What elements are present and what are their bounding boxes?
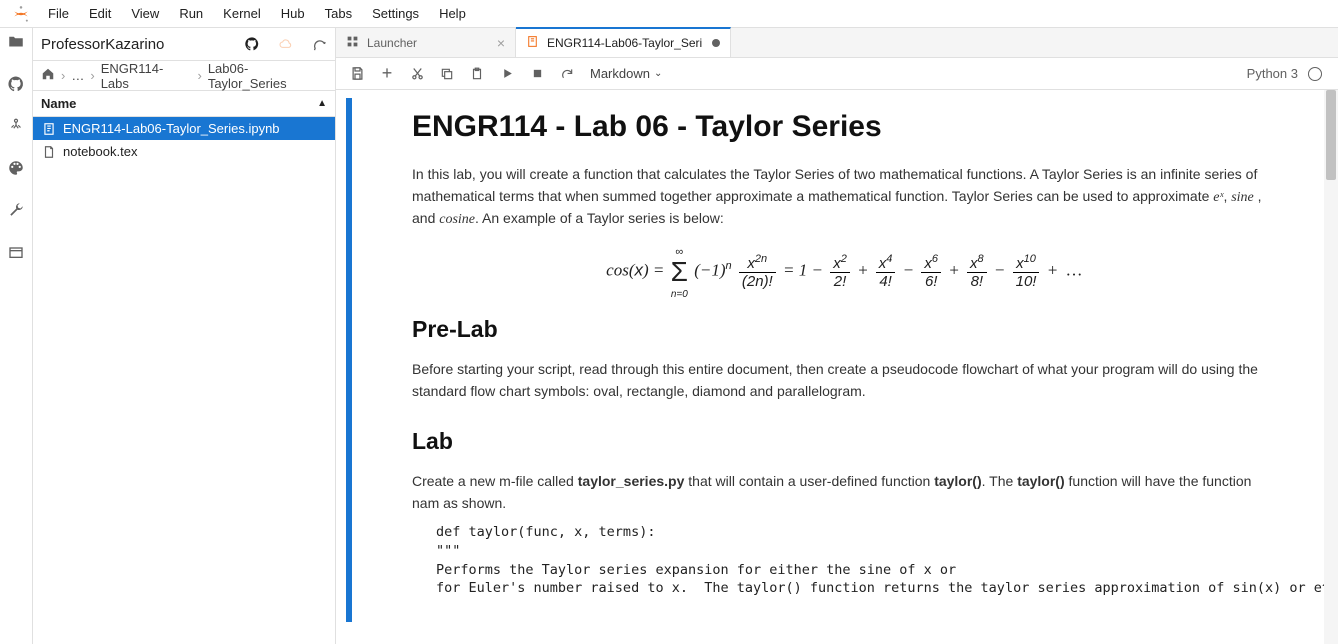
scrollbar-thumb[interactable] bbox=[1326, 90, 1336, 180]
tab-label: Launcher bbox=[367, 36, 417, 50]
file-row[interactable]: notebook.tex bbox=[33, 140, 335, 163]
doc-paragraph: Before starting your script, read throug… bbox=[412, 359, 1276, 402]
chevron-down-icon: ⌄ bbox=[654, 68, 662, 79]
sort-caret-icon: ▲ bbox=[317, 98, 327, 109]
file-name: notebook.tex bbox=[63, 144, 137, 159]
file-browser: ProfessorKazarino › … › ENGR114-Labs › L… bbox=[33, 28, 336, 644]
home-icon[interactable] bbox=[41, 67, 55, 84]
chevron-icon: › bbox=[61, 68, 65, 83]
menu-help[interactable]: Help bbox=[429, 2, 476, 25]
git-icon[interactable] bbox=[244, 36, 260, 52]
notebook-panel[interactable]: ENGR114 - Lab 06 - Taylor Series In this… bbox=[336, 90, 1338, 644]
chevron-icon: › bbox=[197, 68, 201, 83]
file-row[interactable]: ENGR114-Lab06-Taylor_Series.ipynb bbox=[33, 117, 335, 140]
running-icon[interactable] bbox=[6, 116, 26, 136]
content-area: Launcher × ENGR114-Lab06-Taylor_Seri + M… bbox=[336, 28, 1338, 644]
markdown-cell[interactable]: ENGR114 - Lab 06 - Taylor Series In this… bbox=[346, 98, 1338, 622]
breadcrumb: › … › ENGR114-Labs › Lab06-Taylor_Series bbox=[33, 61, 335, 91]
menu-hub[interactable]: Hub bbox=[271, 2, 315, 25]
cloud-icon[interactable] bbox=[278, 36, 294, 52]
cut-icon[interactable] bbox=[404, 61, 430, 87]
equation: cos(x) = Σ∞n=0 (−1)n x2n(2n)! = 1 − x22!… bbox=[412, 253, 1276, 290]
stop-icon[interactable] bbox=[524, 61, 550, 87]
file-column-header[interactable]: Name ▲ bbox=[33, 91, 335, 117]
notebook-icon bbox=[526, 35, 539, 51]
sidebar-title: ProfessorKazarino bbox=[41, 36, 164, 53]
restart-icon[interactable] bbox=[554, 61, 580, 87]
doc-paragraph: Create a new m-file called taylor_series… bbox=[412, 471, 1276, 514]
notebook-toolbar: + Markdown ⌄ Python 3 bbox=[336, 58, 1338, 90]
doc-paragraph: In this lab, you will create a function … bbox=[412, 164, 1276, 231]
tab-launcher[interactable]: Launcher × bbox=[336, 28, 516, 57]
chevron-icon: › bbox=[90, 68, 94, 83]
github-icon[interactable] bbox=[6, 74, 26, 94]
file-list: ENGR114-Lab06-Taylor_Series.ipynb notebo… bbox=[33, 117, 335, 644]
copy-icon[interactable] bbox=[434, 61, 460, 87]
kernel-status-icon[interactable] bbox=[1308, 67, 1322, 81]
cell-selection-bar bbox=[346, 98, 352, 622]
menubar: File Edit View Run Kernel Hub Tabs Setti… bbox=[0, 0, 1338, 28]
menu-edit[interactable]: Edit bbox=[79, 2, 121, 25]
add-cell-icon[interactable]: + bbox=[374, 61, 400, 87]
menu-view[interactable]: View bbox=[121, 2, 169, 25]
code-block: def taylor(func, x, terms): """ Performs… bbox=[436, 523, 1276, 599]
file-icon bbox=[41, 145, 57, 159]
tab-notebook[interactable]: ENGR114-Lab06-Taylor_Seri bbox=[516, 27, 731, 57]
doc-h1: ENGR114 - Lab 06 - Taylor Series bbox=[412, 110, 1276, 144]
jupyter-logo bbox=[10, 3, 32, 25]
breadcrumb-seg[interactable]: Lab06-Taylor_Series bbox=[208, 61, 327, 91]
refresh-icon[interactable] bbox=[312, 37, 327, 52]
launcher-icon bbox=[346, 35, 359, 51]
paste-icon[interactable] bbox=[464, 61, 490, 87]
breadcrumb-seg[interactable]: ENGR114-Labs bbox=[101, 61, 192, 91]
run-icon[interactable] bbox=[494, 61, 520, 87]
menu-run[interactable]: Run bbox=[169, 2, 213, 25]
folder-icon[interactable] bbox=[6, 32, 26, 52]
menu-kernel[interactable]: Kernel bbox=[213, 2, 271, 25]
tabs-icon[interactable] bbox=[6, 242, 26, 262]
breadcrumb-seg[interactable]: … bbox=[71, 68, 84, 83]
dirty-indicator-icon bbox=[712, 39, 720, 47]
scrollbar[interactable] bbox=[1324, 90, 1338, 644]
kernel-name[interactable]: Python 3 bbox=[1247, 66, 1298, 81]
palette-icon[interactable] bbox=[6, 158, 26, 178]
doc-h2: Pre-Lab bbox=[412, 316, 1276, 343]
menu-file[interactable]: File bbox=[38, 2, 79, 25]
notebook-icon bbox=[41, 122, 57, 136]
tab-label: ENGR114-Lab06-Taylor_Seri bbox=[547, 36, 702, 50]
celltype-select[interactable]: Markdown ⌄ bbox=[584, 66, 668, 81]
tabbar: Launcher × ENGR114-Lab06-Taylor_Seri bbox=[336, 28, 1338, 58]
activity-bar bbox=[0, 28, 33, 644]
save-icon[interactable] bbox=[344, 61, 370, 87]
file-name: ENGR114-Lab06-Taylor_Series.ipynb bbox=[63, 121, 280, 136]
close-icon[interactable]: × bbox=[497, 35, 505, 51]
wrench-icon[interactable] bbox=[6, 200, 26, 220]
doc-h2: Lab bbox=[412, 428, 1276, 455]
menu-tabs[interactable]: Tabs bbox=[315, 2, 362, 25]
menu-settings[interactable]: Settings bbox=[362, 2, 429, 25]
